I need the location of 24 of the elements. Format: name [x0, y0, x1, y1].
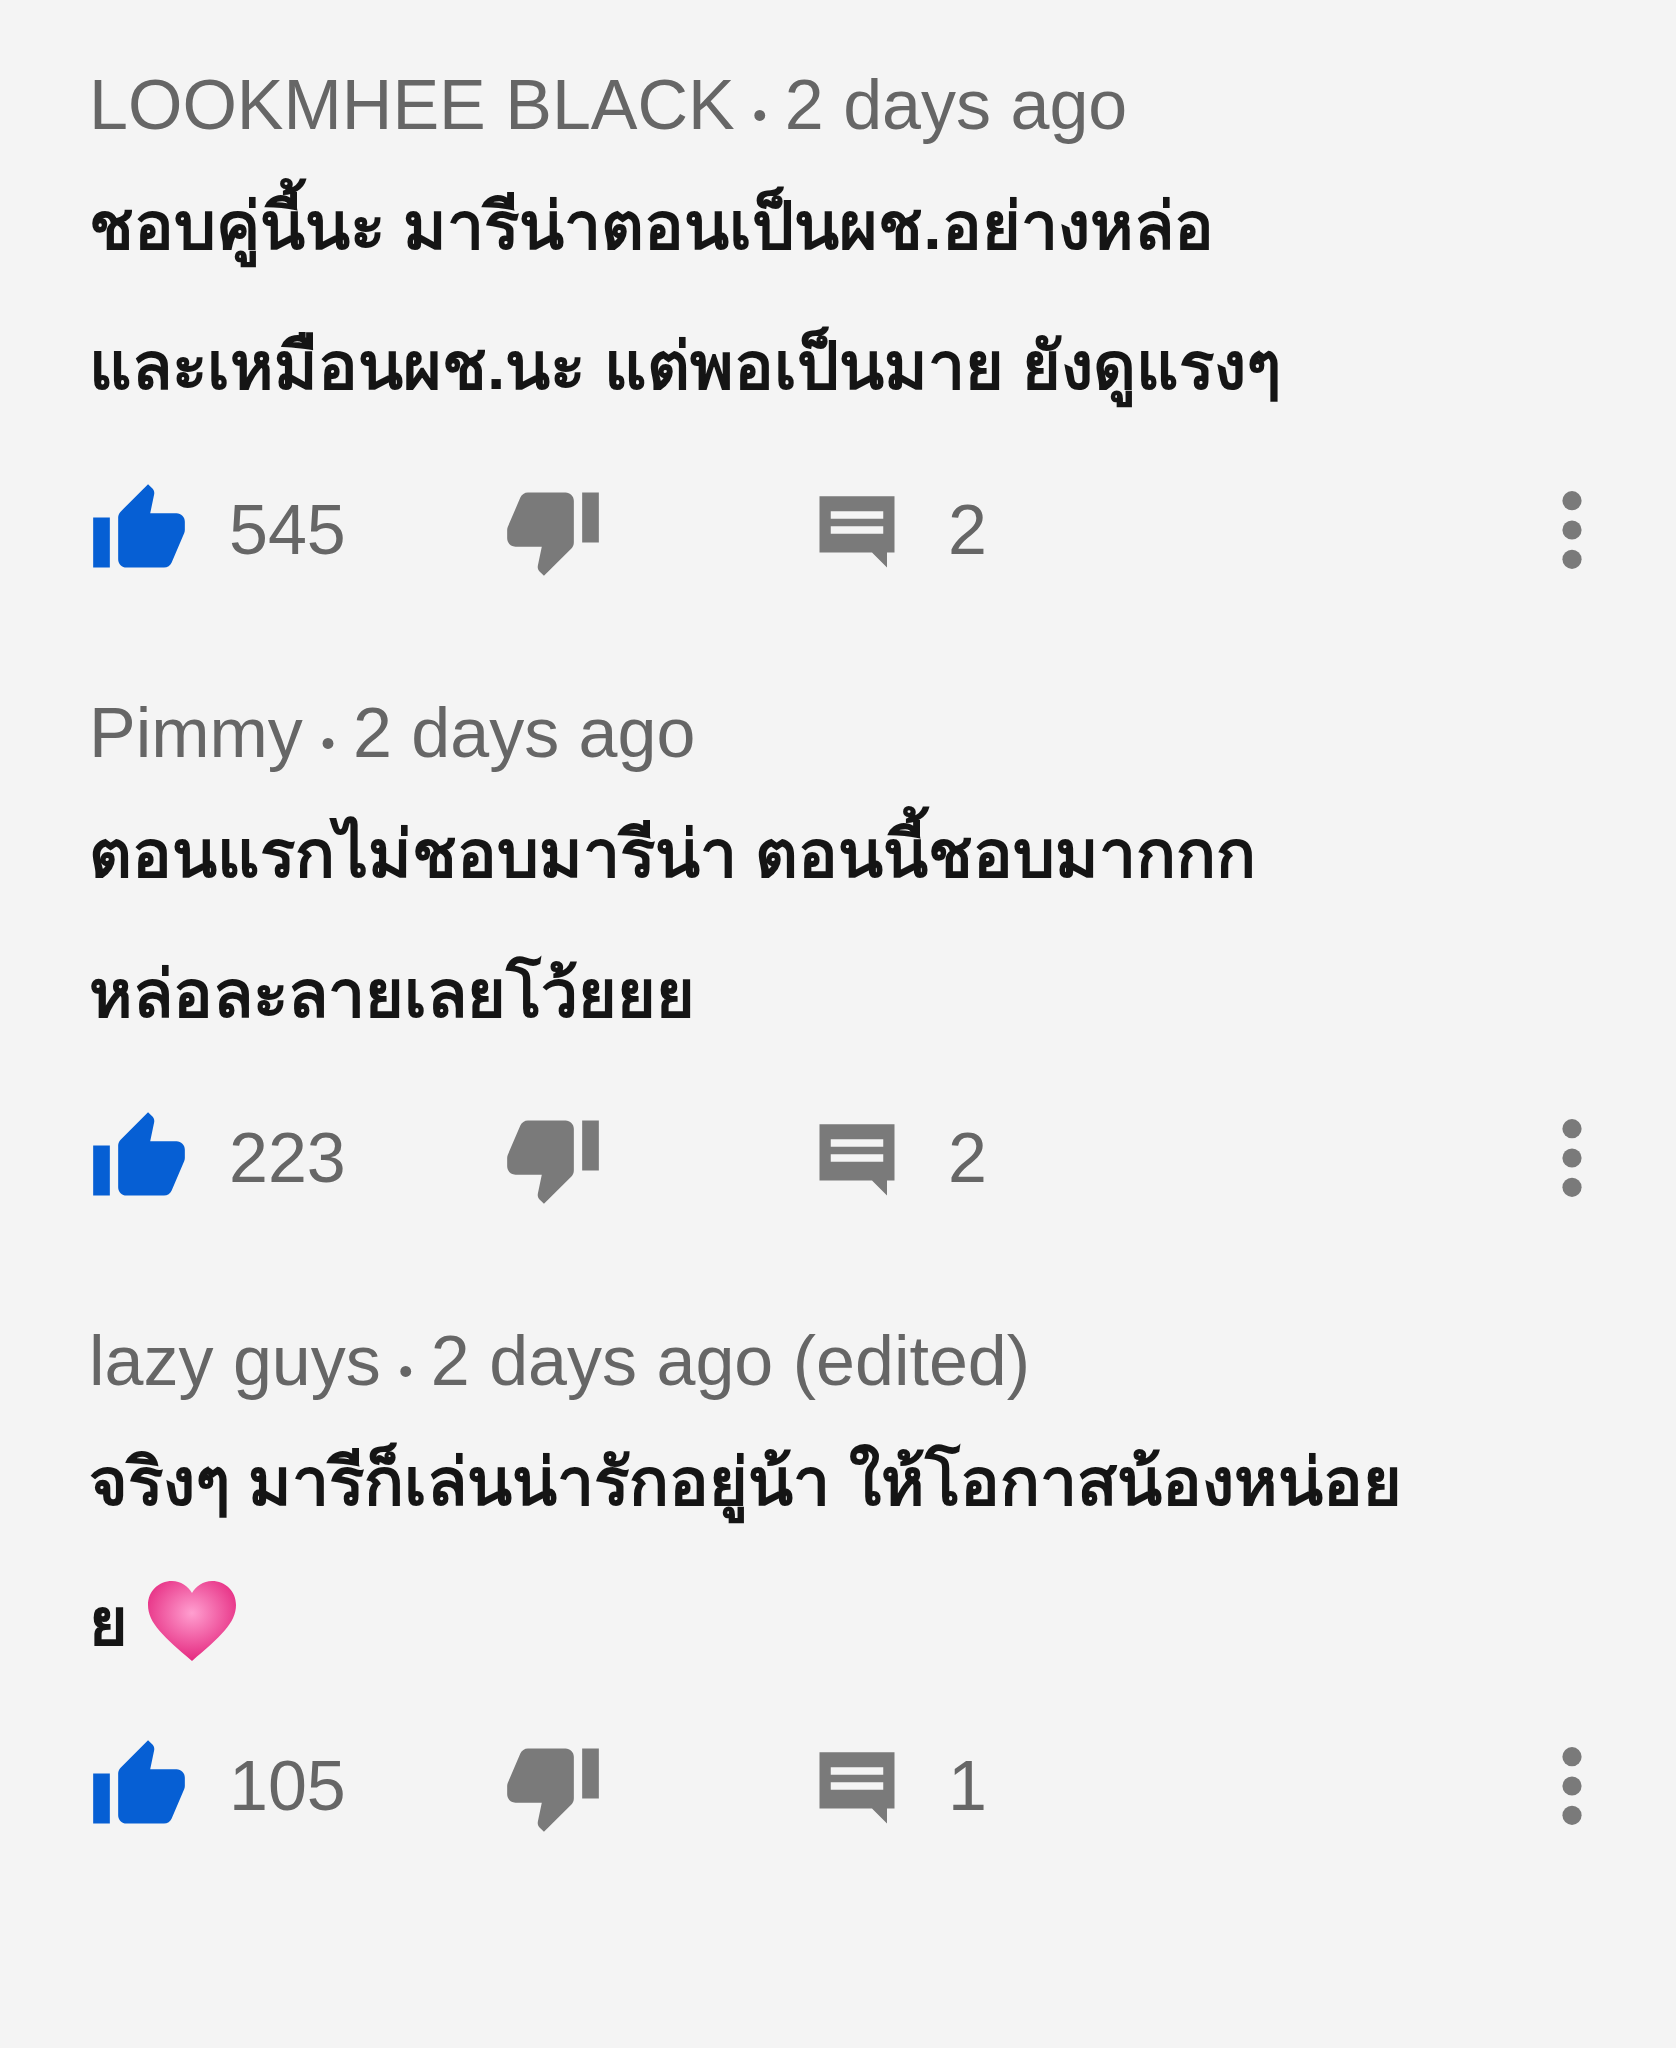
comment-text: ย — [89, 1583, 128, 1661]
author-name[interactable]: Pimmy — [89, 688, 303, 778]
separator-dot: • — [320, 720, 335, 767]
more-options-icon[interactable] — [1560, 1118, 1584, 1198]
comment-text: ชอบคู่นี้นะ มารีน่าตอนเป็นผช.อย่างหล่อ — [89, 172, 1214, 278]
reply-count: 2 — [948, 1118, 987, 1198]
comment-time: 2 days ago — [352, 693, 696, 774]
reply-count: 2 — [948, 490, 987, 570]
comment-time: 2 days ago — [784, 65, 1128, 146]
comment-text: ตอนแรกไม่ชอบมารีน่า ตอนนี้ชอบมากกก — [89, 800, 1257, 906]
like-count: 105 — [229, 1746, 346, 1826]
comment-time: 2 days ago (edited) — [430, 1321, 1031, 1402]
comment-text: จริงๆ มารีก็เล่นน่ารักอยู่น้า ให้โอกาสน้องหน่อย — [89, 1428, 1402, 1534]
like-count: 545 — [229, 490, 346, 570]
separator-dot: • — [398, 1348, 413, 1395]
comment-text: และเหมือนผช.นะ แต่พอเป็นมาย ยังดูแรงๆ — [89, 312, 1281, 418]
author-name[interactable]: LOOKMHEE BLACK — [89, 60, 735, 150]
like-count: 223 — [229, 1118, 346, 1198]
reply-count: 1 — [948, 1746, 987, 1826]
separator-dot: • — [752, 92, 767, 139]
author-name[interactable]: lazy guys — [89, 1316, 381, 1406]
comment-text: หล่อละลายเลยโว้ยยย — [89, 955, 695, 1033]
more-options-icon[interactable] — [1560, 490, 1584, 570]
more-options-icon[interactable] — [1560, 1746, 1584, 1826]
